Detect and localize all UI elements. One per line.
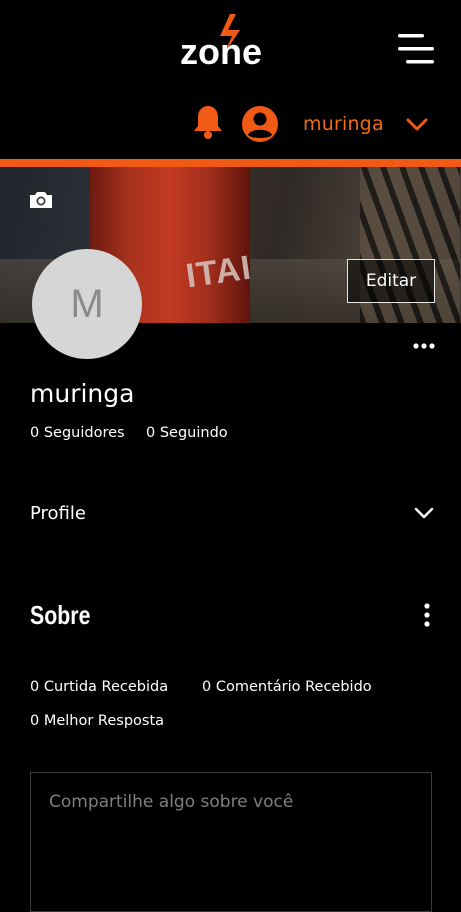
chevron-down-icon: [414, 507, 434, 519]
about-more-button[interactable]: [420, 602, 434, 628]
user-profile-button[interactable]: [240, 104, 280, 144]
about-share-input[interactable]: [30, 772, 432, 912]
more-horizontal-icon: [413, 343, 435, 349]
comments-received: 0 Comentário Recebido: [202, 679, 372, 695]
profile-name: muringa: [30, 379, 135, 408]
camera-icon: [30, 192, 52, 208]
profile-dropdown-label[interactable]: Profile: [30, 500, 86, 528]
avatar[interactable]: M: [32, 249, 142, 359]
profile-dropdown-toggle[interactable]: [412, 504, 436, 522]
best-answers: 0 Melhor Resposta: [30, 713, 165, 729]
profile-more-button[interactable]: [410, 338, 438, 352]
user-menu-chevron[interactable]: [404, 114, 430, 134]
more-vertical-icon: [424, 603, 430, 627]
about-title: Sobre: [30, 600, 91, 630]
header-username[interactable]: muringa: [303, 110, 384, 138]
notifications-button[interactable]: [192, 104, 224, 140]
bell-icon: [194, 106, 222, 139]
header-accent-bar: [0, 159, 461, 167]
chevron-down-icon: [406, 118, 428, 131]
zone-logo[interactable]: zone: [180, 14, 286, 72]
following-count[interactable]: 0 Seguindo: [146, 423, 228, 443]
likes-received: 0 Curtida Recebida: [30, 679, 169, 695]
change-cover-button[interactable]: [28, 190, 54, 210]
followers-count[interactable]: 0 Seguidores: [30, 423, 125, 443]
logo-text: zone: [180, 31, 262, 70]
edit-profile-button[interactable]: Editar: [347, 259, 435, 303]
hamburger-icon: [398, 34, 434, 64]
menu-button[interactable]: [396, 32, 436, 66]
user-circle-icon: [242, 106, 278, 142]
